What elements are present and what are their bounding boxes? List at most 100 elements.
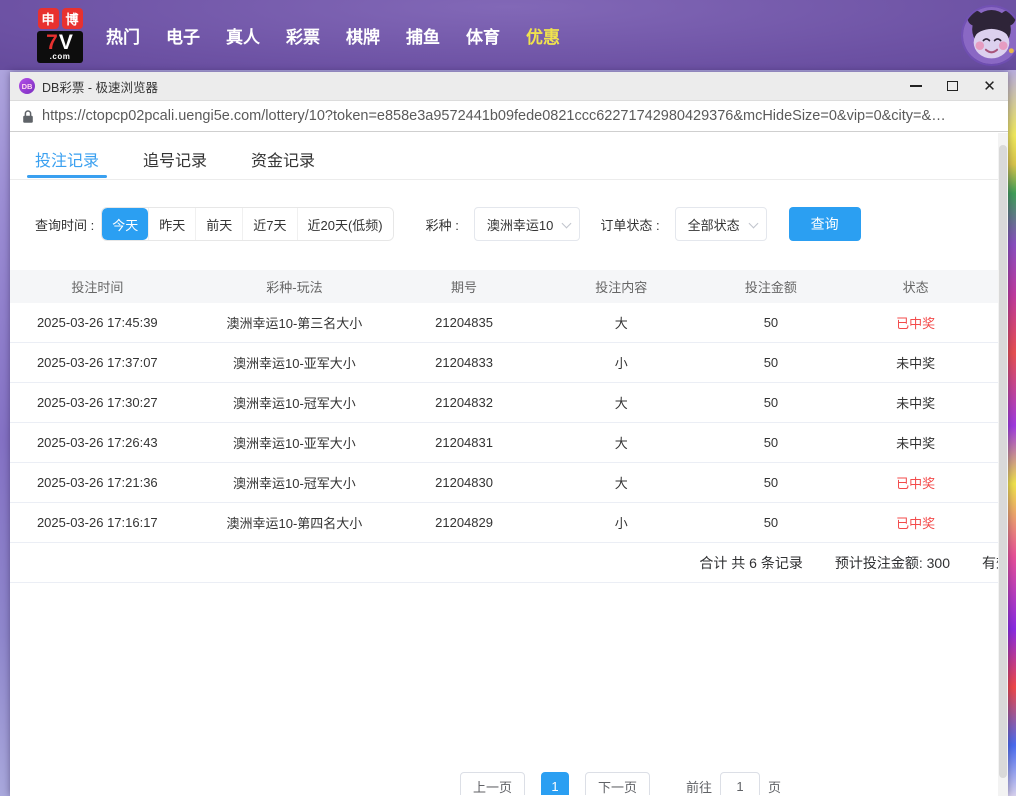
- table-header-cell: 投注内容: [524, 277, 719, 296]
- lottery-select-value: 澳洲幸运10: [487, 215, 553, 234]
- tab[interactable]: 追号记录: [143, 132, 207, 179]
- prev-page-button[interactable]: 上一页: [460, 772, 525, 795]
- pagination: 上一页 1 下一页 前往 页: [460, 772, 781, 795]
- table-header-cell: 彩种-玩法: [185, 277, 405, 296]
- goto-page: 前往 页: [686, 772, 781, 795]
- cell-bet-amount: 50: [719, 475, 824, 490]
- avatar[interactable]: [963, 7, 1016, 64]
- goto-page-input[interactable]: [720, 772, 760, 795]
- cell-bet-content: 大: [524, 393, 719, 412]
- nav-item[interactable]: 热门: [93, 23, 153, 48]
- nav-item[interactable]: 优惠: [513, 23, 573, 48]
- logo-badges: 申 博: [38, 8, 83, 29]
- cell-bet-amount: 50: [719, 315, 824, 330]
- cell-bet-time: 2025-03-26 17:21:36: [10, 475, 185, 490]
- nav-item[interactable]: 棋牌: [333, 23, 393, 48]
- cell-issue: 21204831: [404, 435, 524, 450]
- status-filter-label: 订单状态 :: [600, 215, 659, 234]
- minimize-button[interactable]: [897, 72, 934, 100]
- time-filter-option[interactable]: 前天: [195, 208, 242, 240]
- nav-item[interactable]: 彩票: [273, 23, 333, 48]
- summary-total: 合计 共 6 条记录: [699, 553, 802, 573]
- tab[interactable]: 资金记录: [251, 132, 315, 179]
- nav-item[interactable]: 捕鱼: [393, 23, 453, 48]
- goto-label: 前往: [686, 777, 712, 796]
- time-filter-option[interactable]: 昨天: [148, 208, 195, 240]
- tab[interactable]: 投注记录: [35, 132, 99, 179]
- close-button[interactable]: ✕: [971, 72, 1008, 100]
- table-header-cell: 投注金额: [719, 277, 824, 296]
- table-row[interactable]: 2025-03-26 17:30:27 澳洲幸运10-冠军大小 21204832…: [10, 383, 1008, 423]
- app-icon: DB: [19, 78, 35, 94]
- window-titlebar: DB DB彩票 - 极速浏览器 ✕: [10, 72, 1008, 101]
- cell-issue: 21204829: [404, 515, 524, 530]
- cell-bet-content: 小: [524, 513, 719, 532]
- table-row[interactable]: 2025-03-26 17:45:39 澳洲幸运10-第三名大小 2120483…: [10, 303, 1008, 343]
- table-summary: 合计 共 6 条记录 预计投注金额: 300 有效投注金额: [10, 543, 1008, 583]
- close-icon: ✕: [983, 79, 996, 94]
- nav-item[interactable]: 体育: [453, 23, 513, 48]
- order-status-select[interactable]: 全部状态: [675, 207, 767, 241]
- search-button[interactable]: 查询: [789, 207, 861, 241]
- cell-bet-time: 2025-03-26 17:45:39: [10, 315, 185, 330]
- site-logo[interactable]: 申 博 7V .com: [35, 8, 85, 63]
- page-number-active[interactable]: 1: [541, 772, 569, 795]
- scrollbar-thumb[interactable]: [999, 145, 1007, 778]
- table-body: 2025-03-26 17:45:39 澳洲幸运10-第三名大小 2120483…: [10, 303, 1008, 543]
- maximize-button[interactable]: [934, 72, 971, 100]
- cell-issue: 21204835: [404, 315, 524, 330]
- cell-bet-time: 2025-03-26 17:30:27: [10, 395, 185, 410]
- cell-status: 未中奖: [823, 393, 1008, 412]
- cell-game-play: 澳洲幸运10-亚军大小: [185, 353, 405, 372]
- cell-bet-time: 2025-03-26 17:16:17: [10, 515, 185, 530]
- cell-bet-amount: 50: [719, 435, 824, 450]
- next-page-button[interactable]: 下一页: [585, 772, 650, 795]
- cell-game-play: 澳洲幸运10-冠军大小: [185, 393, 405, 412]
- summary-expected-amount: 预计投注金额: 300: [835, 553, 950, 573]
- table-row[interactable]: 2025-03-26 17:37:07 澳洲幸运10-亚军大小 21204833…: [10, 343, 1008, 383]
- logo-badge-shen: 申: [38, 8, 59, 29]
- table-header-cell: 期号: [404, 277, 524, 296]
- cell-status: 未中奖: [823, 433, 1008, 452]
- table-row[interactable]: 2025-03-26 17:21:36 澳洲幸运10-冠军大小 21204830…: [10, 463, 1008, 503]
- cell-issue: 21204832: [404, 395, 524, 410]
- cell-status: 已中奖: [823, 473, 1008, 492]
- time-filter-group: 今天 昨天 前天 近7天 近20天(低频): [101, 207, 393, 241]
- lock-icon: [22, 109, 34, 124]
- page-content: 投注记录 追号记录 资金记录 查询时间 : 今天 昨天 前天 近7天 近2: [10, 132, 1008, 795]
- table-header-cell: 状态: [823, 277, 1008, 296]
- time-filter-option[interactable]: 近7天: [242, 208, 296, 240]
- table-header-cell: 投注时间: [10, 277, 185, 296]
- logo-com: .com: [50, 53, 71, 61]
- avatar-illustration: [963, 7, 1016, 64]
- cell-game-play: 澳洲幸运10-冠军大小: [185, 473, 405, 492]
- site-nav: 申 博 7V .com 热门 电子 真人 彩票 棋牌 捕鱼 体育 优惠: [0, 0, 1016, 70]
- cell-status: 已中奖: [823, 313, 1008, 332]
- cell-bet-amount: 50: [719, 515, 824, 530]
- nav-item[interactable]: 电子: [153, 23, 213, 48]
- background-page-strip: [1008, 70, 1016, 796]
- cell-issue: 21204830: [404, 475, 524, 490]
- nav-menu: 热门 电子 真人 彩票 棋牌 捕鱼 体育 优惠: [93, 23, 573, 48]
- url-text: https://ctopcp02pcali.uengi5e.com/lotter…: [42, 108, 946, 124]
- chevron-down-icon: [562, 219, 572, 229]
- cell-status: 未中奖: [823, 353, 1008, 372]
- goto-unit: 页: [768, 777, 781, 796]
- table-header: 投注时间 彩种-玩法 期号 投注内容 投注金额 状态: [10, 270, 1008, 303]
- time-filter-option[interactable]: 今天: [102, 208, 148, 240]
- url-bar[interactable]: https://ctopcp02pcali.uengi5e.com/lotter…: [10, 101, 1008, 132]
- cell-bet-content: 大: [524, 313, 719, 332]
- vertical-scrollbar[interactable]: [998, 133, 1008, 796]
- logo-badge-bo: 博: [62, 8, 83, 29]
- cell-bet-time: 2025-03-26 17:26:43: [10, 435, 185, 450]
- window-controls: ✕: [897, 72, 1008, 100]
- nav-item[interactable]: 真人: [213, 23, 273, 48]
- table-row[interactable]: 2025-03-26 17:16:17 澳洲幸运10-第四名大小 2120482…: [10, 503, 1008, 543]
- table-row[interactable]: 2025-03-26 17:26:43 澳洲幸运10-亚军大小 21204831…: [10, 423, 1008, 463]
- cell-bet-content: 大: [524, 473, 719, 492]
- time-filter-option[interactable]: 近20天(低频): [297, 208, 393, 240]
- cell-status: 已中奖: [823, 513, 1008, 532]
- lottery-select[interactable]: 澳洲幸运10: [474, 207, 580, 241]
- time-filter-label: 查询时间 :: [35, 215, 94, 234]
- cell-game-play: 澳洲幸运10-第四名大小: [185, 513, 405, 532]
